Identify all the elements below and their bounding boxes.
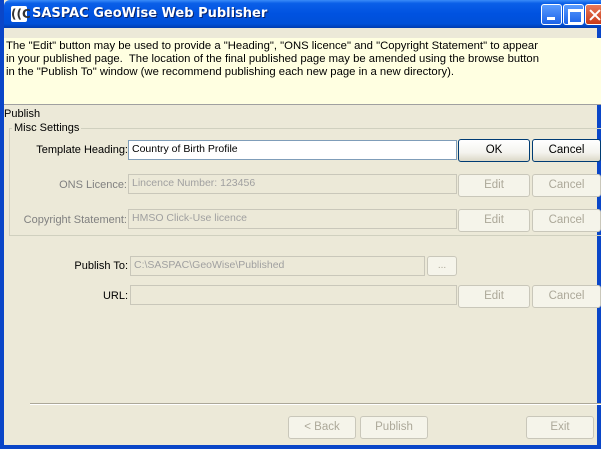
publisher-window: ((C SASPAC GeoWise Web Publisher The "Ed… — [0, 0, 601, 449]
copyright-input[interactable]: HMSO Click-Use licence — [128, 209, 457, 229]
footer-divider — [30, 403, 601, 405]
ons-licence-edit-button[interactable]: Edit — [458, 174, 530, 197]
title-bar[interactable]: ((C SASPAC GeoWise Web Publisher — [4, 0, 601, 28]
browse-button[interactable]: ... — [427, 256, 457, 276]
ons-licence-label: ONS Licence: — [59, 179, 127, 191]
publish-section-label: Publish — [4, 108, 41, 120]
copyright-label: Copyright Statement: — [23, 214, 127, 226]
template-heading-label: Template Heading: — [36, 144, 128, 156]
url-label: URL: — [102, 290, 128, 302]
publish-to-label: Publish To: — [74, 260, 128, 272]
publish-to-input[interactable]: C:\SASPAC\GeoWise\Published — [130, 256, 425, 276]
template-heading-input[interactable]: Country of Birth Profile — [128, 140, 457, 160]
app-icon: ((C — [11, 6, 31, 22]
window-title: SASPAC GeoWise Web Publisher — [32, 6, 268, 21]
url-cancel-button[interactable]: Cancel — [532, 285, 601, 308]
heading-cancel-button[interactable]: Cancel — [532, 139, 601, 162]
copyright-cancel-button[interactable]: Cancel — [532, 209, 601, 232]
misc-settings-legend: Misc Settings — [12, 122, 82, 134]
url-input[interactable] — [130, 285, 457, 305]
info-text: The "Edit" button may be used to provide… — [4, 38, 601, 104]
ons-licence-input[interactable]: Lincence Number: 123456 — [128, 174, 457, 194]
minimize-button[interactable] — [541, 4, 562, 25]
ok-button[interactable]: OK — [458, 139, 530, 162]
ons-licence-cancel-button[interactable]: Cancel — [532, 174, 601, 197]
url-edit-button[interactable]: Edit — [458, 285, 530, 308]
publish-button[interactable]: Publish — [360, 416, 428, 439]
info-divider — [4, 104, 601, 105]
maximize-button[interactable] — [563, 4, 584, 25]
exit-button[interactable]: Exit — [526, 416, 594, 439]
copyright-edit-button[interactable]: Edit — [458, 209, 530, 232]
back-button[interactable]: < Back — [288, 416, 356, 439]
close-button[interactable] — [585, 4, 601, 25]
